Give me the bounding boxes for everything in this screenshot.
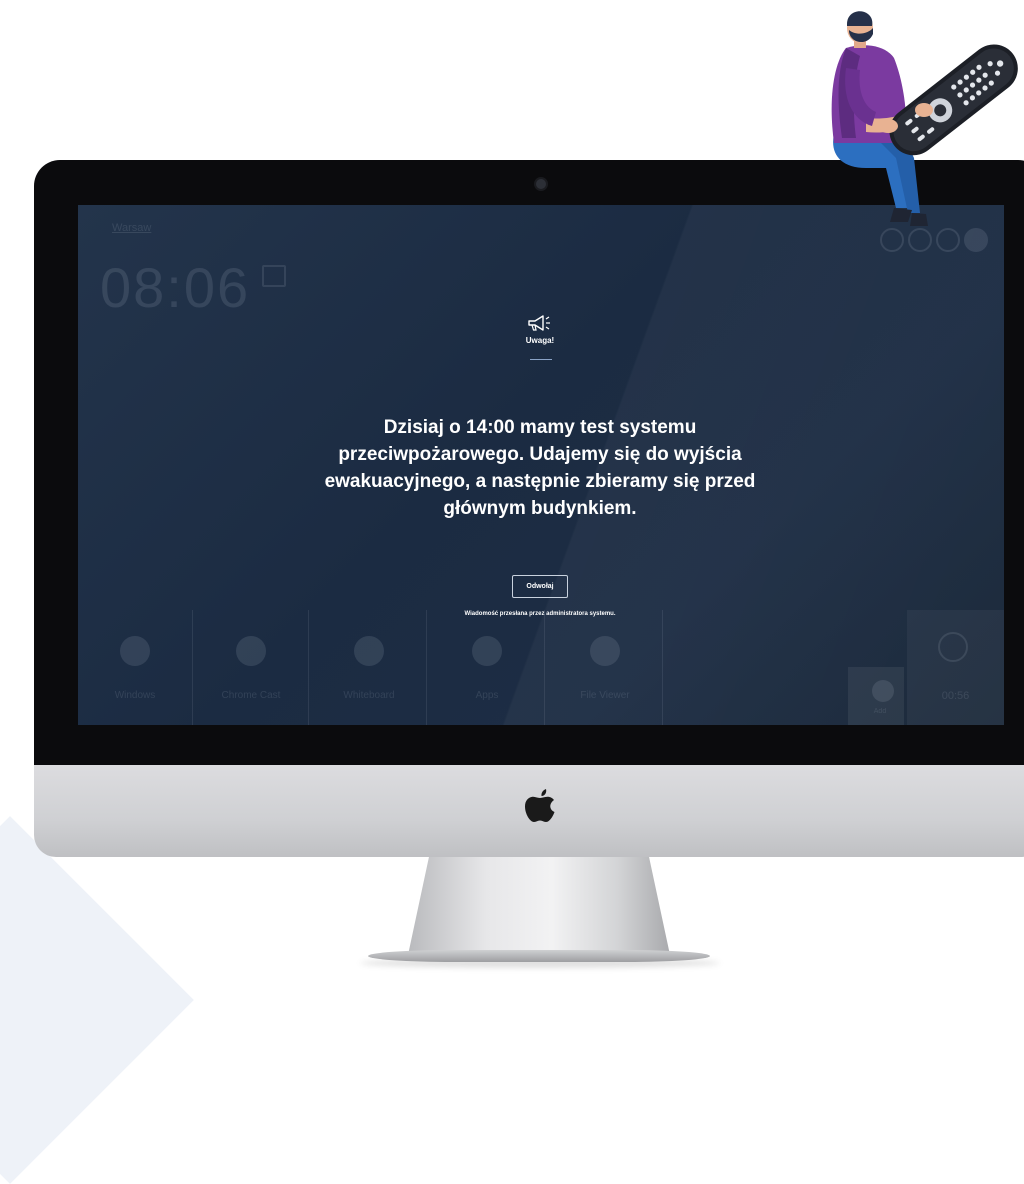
monitor-stand-foot: [368, 950, 710, 962]
tile-windows: Windows: [78, 610, 193, 725]
alert-footer: Wiadomość przesłana przez administratora…: [464, 611, 616, 617]
man-with-remote-illustration: [831, 11, 1018, 226]
tile-chromecast: Chrome Cast: [194, 610, 309, 725]
alert-title: Uwaga!: [525, 336, 555, 345]
timer-value: 00:56: [941, 690, 970, 702]
alert-message-line: przeciwpożarowego. Udajemy się do wyjści…: [338, 444, 742, 465]
clock-icon: [938, 632, 968, 662]
add-label: Add: [873, 708, 887, 715]
clock: 08:06: [100, 256, 251, 319]
alert-title-underline: [530, 359, 552, 360]
tile-label: Chrome Cast: [221, 690, 281, 701]
tile-label: Whiteboard: [343, 690, 395, 701]
grid-icon: [472, 636, 502, 666]
tile-label: Windows: [114, 690, 156, 701]
alert-message: Dzisiaj o 14:00 mamy test systemu przeci…: [240, 414, 840, 522]
monitor-icon: [120, 636, 150, 666]
monitor-stand: [408, 857, 670, 955]
cancel-button[interactable]: Odwołaj: [512, 575, 568, 598]
background-decoration: [0, 816, 194, 1184]
tile-file-viewer: File Viewer: [548, 610, 663, 725]
tile-whiteboard: Whiteboard: [312, 610, 427, 725]
cast-icon: [236, 636, 266, 666]
room-label: Warsaw: [112, 222, 152, 234]
calendar-icon: [262, 265, 286, 287]
tile-label: File Viewer: [580, 690, 630, 701]
alert-message-line: głównym budynkiem.: [443, 498, 637, 519]
timer-tile: [907, 610, 1004, 725]
megaphone-icon: [528, 315, 550, 331]
alert-message-line: ewakuacyjnego, a następnie zbieramy się …: [324, 471, 756, 492]
alert-message-line: Dzisiaj o 14:00 mamy test systemu: [383, 417, 697, 438]
whiteboard-icon: [354, 636, 384, 666]
plus-icon: [872, 680, 894, 702]
tile-apps: Apps: [430, 610, 545, 725]
tile-label: Apps: [475, 690, 499, 701]
camera-icon: [536, 179, 546, 189]
folder-icon: [590, 636, 620, 666]
apple-logo-icon: [525, 789, 555, 822]
